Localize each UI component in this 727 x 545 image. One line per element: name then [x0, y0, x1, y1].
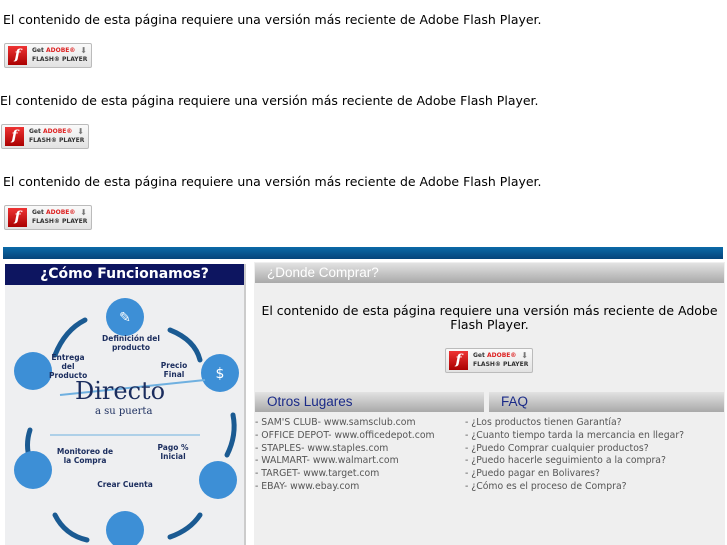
badge-player: FLASH® PLAYER — [29, 137, 85, 144]
badge-get: Get — [29, 128, 41, 135]
store-link[interactable]: - EBAY- www.ebay.com — [255, 481, 435, 494]
truck-tracking-icon — [14, 451, 52, 489]
faq-link[interactable]: - ¿Puedo Comprar cualquier productos? — [465, 443, 684, 456]
faq-link[interactable]: - ¿Puedo pagar en Bolivares? — [465, 468, 684, 481]
faq-link[interactable]: - ¿Puedo hacerle seguimiento a la compra… — [465, 455, 684, 468]
other-places-list: - SAM'S CLUB- www.samsclub.com - OFFICE … — [255, 417, 435, 494]
download-icon: ⬇ — [80, 208, 87, 217]
account-icon — [106, 511, 144, 545]
svg-text:$: $ — [216, 366, 225, 382]
download-icon: ⬇ — [80, 46, 87, 55]
badge-adobe: ADOBE® — [42, 128, 73, 135]
store-link[interactable]: - STAPLES- www.staples.com — [255, 443, 435, 456]
download-icon: ⬇ — [77, 127, 84, 136]
arrow-icon — [224, 412, 237, 458]
badge-adobe: ADOBE® — [486, 352, 517, 359]
step-label: Monitoreo de la Compra — [56, 447, 114, 465]
step-label: Entrega del Producto — [49, 353, 88, 380]
brand-logo: Directo — [75, 377, 166, 405]
arrow-icon — [52, 317, 88, 358]
how-it-works-panel: ¿Cómo Funcionamos? ✎ $ Directo a su puer… — [5, 264, 246, 545]
get-flash-player-button[interactable]: f Get ADOBE® FLASH® PLAYER ⬇ — [1, 124, 89, 149]
store-link[interactable]: - TARGET- www.target.com — [255, 468, 435, 481]
flash-message: El contenido de esta página requiere una… — [261, 303, 718, 332]
flash-message: El contenido de esta página requiere una… — [3, 12, 542, 27]
flash-logo-icon: f — [8, 46, 27, 65]
badge-get: Get — [473, 352, 485, 359]
where-to-buy-panel: ¿Donde Comprar? El contenido de esta pág… — [254, 262, 725, 545]
svg-text:✎: ✎ — [119, 310, 131, 326]
badge-player: FLASH® PLAYER — [32, 218, 88, 225]
faq-link[interactable]: - ¿Cuanto tiempo tarda la mercancia en l… — [465, 430, 684, 443]
flash-logo-icon: f — [449, 351, 468, 370]
store-link[interactable]: - SAM'S CLUB- www.samsclub.com — [255, 417, 435, 430]
flash-message: El contenido de esta página requiere una… — [3, 174, 542, 189]
badge-get: Get — [32, 209, 44, 216]
faq-list: - ¿Los productos tienen Garantía? - ¿Cua… — [465, 417, 684, 494]
how-title: ¿Cómo Funcionamos? — [5, 264, 244, 285]
store-link[interactable]: - OFFICE DEPOT- www.officedepot.com — [255, 430, 435, 443]
download-icon: ⬇ — [521, 351, 528, 360]
arrow-icon — [52, 512, 90, 543]
arrow-icon — [167, 512, 203, 540]
badge-adobe: ADOBE® — [45, 209, 76, 216]
header-bar — [3, 247, 723, 259]
where-title: ¿Donde Comprar? — [255, 263, 724, 283]
step-label: Crear Cuenta — [97, 480, 153, 489]
faq-link[interactable]: - ¿Los productos tienen Garantía? — [465, 417, 684, 430]
brand-tagline: a su puerta — [95, 406, 153, 417]
payment-icon — [199, 461, 237, 499]
step-label: Pago % Inicial — [157, 443, 189, 461]
faq-title: FAQ — [489, 392, 724, 412]
get-flash-player-button[interactable]: f Get ADOBE® FLASH® PLAYER ⬇ — [4, 205, 92, 230]
badge-player: FLASH® PLAYER — [32, 56, 88, 63]
other-places-title: Otros Lugares — [255, 392, 484, 412]
step-label: Precio Final — [160, 361, 188, 379]
flash-logo-icon: f — [8, 208, 27, 227]
flash-message: El contenido de esta página requiere una… — [0, 93, 539, 108]
flash-logo-icon: f — [5, 127, 24, 146]
badge-player: FLASH® PLAYER — [473, 361, 529, 368]
faq-link[interactable]: - ¿Cómo es el proceso de Compra? — [465, 481, 684, 494]
get-flash-player-button[interactable]: f Get ADOBE® FLASH® PLAYER ⬇ — [445, 348, 533, 373]
get-flash-player-button[interactable]: f Get ADOBE® FLASH® PLAYER ⬇ — [4, 43, 92, 68]
step-label: Definición del producto — [102, 334, 160, 352]
store-link[interactable]: - WALMART- www.walmart.com — [255, 455, 435, 468]
arrow-icon — [167, 327, 203, 363]
delivery-truck-icon — [14, 352, 52, 390]
badge-adobe: ADOBE® — [45, 47, 76, 54]
badge-get: Get — [32, 47, 44, 54]
